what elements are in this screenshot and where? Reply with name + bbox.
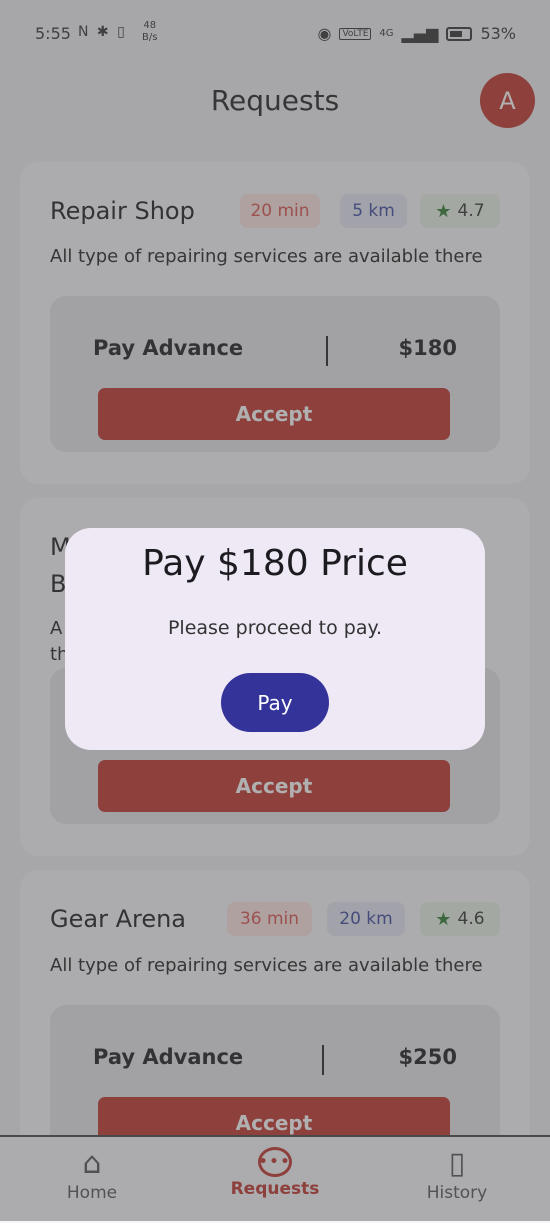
payment-dialog: Pay $180 Price Please proceed to pay. Pa…: [65, 528, 485, 750]
dialog-message: Please proceed to pay.: [167, 617, 383, 639]
pay-button[interactable]: Pay: [221, 673, 329, 732]
dialog-title: Pay $180 Price: [142, 543, 408, 584]
